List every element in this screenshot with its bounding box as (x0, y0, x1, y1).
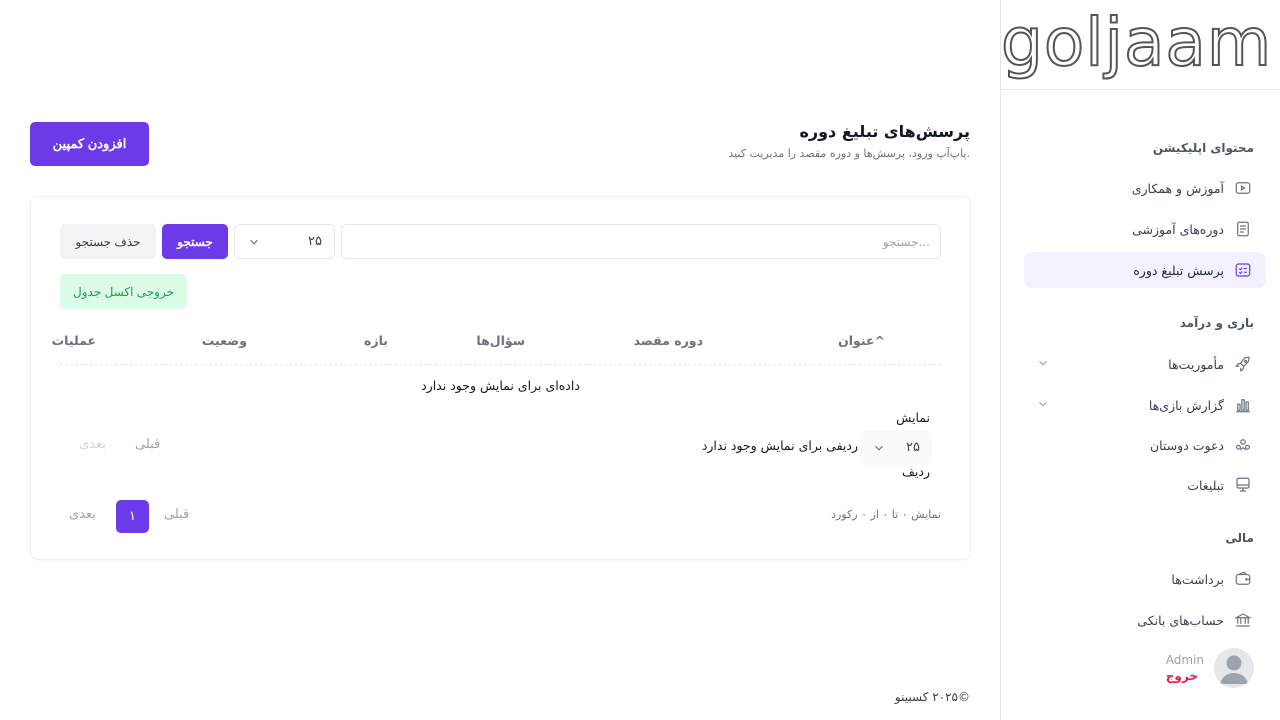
per-page-value: ۲۵ (308, 234, 322, 249)
wallet-icon (1234, 570, 1252, 588)
video-icon (1234, 179, 1252, 197)
content-card: ۲۵ جستجو حذف جستجو خروجی اکسل جدول عنوان… (30, 196, 971, 560)
sidebar-item-invite-friends[interactable]: دعوت دوستان (1024, 427, 1266, 463)
sidebar-item-ads[interactable]: تبلیغات (1024, 467, 1266, 503)
previous-page-button[interactable]: قبلی (135, 437, 160, 452)
document-icon (1234, 220, 1252, 238)
sidebar-item-course-promo-questions[interactable]: پرسش تبلیغ دوره (1024, 252, 1266, 288)
footer-copyright: ©۲۰۲۵ کسبینو (894, 690, 970, 704)
sidebar-item-missions[interactable]: مأموریت‌ها (1024, 346, 1266, 382)
chevron-down-icon[interactable] (1036, 356, 1050, 370)
sidebar-item-label: دوره‌های آموزشی (1132, 221, 1224, 237)
column-period: بازه (364, 333, 388, 348)
sidebar-item-withdrawals[interactable]: برداشت‌ها (1024, 561, 1266, 597)
sidebar-item-label: دعوت دوستان (1149, 437, 1224, 453)
section-title-finance: مالی (1225, 531, 1254, 545)
clear-search-button[interactable]: حذف جستجو (60, 224, 156, 259)
logo-area: goljaam (1000, 0, 1280, 90)
rows-per-page-select[interactable]: ۲۵ (860, 430, 932, 465)
rows-per-page-value: ۲۵ (906, 440, 920, 455)
page-title: پرسش‌های تبلیغ دوره (799, 122, 970, 141)
sidebar-item-label: برداشت‌ها (1171, 571, 1224, 587)
sidebar-item-label: گزارش بازی‌ها (1148, 397, 1224, 413)
add-campaign-button[interactable]: افزودن کمپین (30, 122, 149, 166)
screen-icon (1234, 476, 1252, 494)
records-range: نمایش ۰ تا ۰ از ۰ رکورد (831, 508, 941, 521)
bar-chart-icon (1234, 396, 1252, 414)
section-title-app-content: محتوای اپلیکیشن (1152, 141, 1254, 155)
chevron-down-icon[interactable] (1036, 397, 1050, 411)
page-number-button[interactable]: ۱ (116, 500, 149, 533)
chevron-down-icon (250, 239, 258, 245)
logout-link[interactable]: خروج (1166, 669, 1204, 683)
user-profile: Admin خروج (1166, 648, 1254, 688)
sidebar-item-courses[interactable]: دوره‌های آموزشی (1024, 211, 1266, 247)
bank-icon (1234, 611, 1252, 629)
sidebar-item-label: حساب‌های بانکی (1137, 612, 1224, 628)
next-page-button[interactable]: بعدی (69, 507, 96, 522)
user-name: Admin (1165, 653, 1204, 667)
sidebar-item-label: تبلیغات (1187, 477, 1224, 493)
section-title-games: بازی و درآمد (1179, 316, 1254, 330)
search-input[interactable] (341, 224, 941, 259)
chevron-down-icon (875, 445, 883, 451)
per-page-select[interactable]: ۲۵ (234, 224, 335, 259)
table-header: عنوان^ دوره مقصد سؤال‌ها بازه وضعیت عملی… (52, 329, 941, 365)
column-actions: عملیات (51, 333, 96, 348)
checklist-icon (1234, 261, 1252, 279)
users-icon (1234, 436, 1252, 454)
search-button[interactable]: جستجو (162, 224, 228, 259)
column-questions: سؤال‌ها (476, 333, 525, 348)
sidebar-item-label: آموزش و همکاری (1131, 180, 1224, 196)
sidebar-item-bank-accounts[interactable]: حساب‌های بانکی (1024, 602, 1266, 638)
column-target-course: دوره مقصد (633, 333, 703, 348)
show-label: نمایش (896, 410, 930, 425)
empty-table-message: داده‌ای برای نمایش وجود ندارد (421, 378, 580, 393)
sidebar-item-tutorials[interactable]: آموزش و همکاری (1024, 170, 1266, 206)
export-excel-button[interactable]: خروجی اکسل جدول (60, 274, 187, 309)
sidebar-item-label: پرسش تبلیغ دوره (1133, 262, 1224, 278)
sidebar: goljaam محتوای اپلیکیشن آموزش و همکاری د… (1000, 0, 1280, 720)
avatar[interactable] (1214, 648, 1254, 688)
next-page-button[interactable]: بعدی (79, 437, 106, 452)
column-title[interactable]: عنوان^ (838, 333, 885, 348)
rocket-icon (1234, 355, 1252, 373)
sidebar-item-game-reports[interactable]: گزارش بازی‌ها (1024, 387, 1266, 423)
previous-page-button[interactable]: قبلی (164, 507, 189, 522)
no-rows-message: ردیفی برای نمایش وجود ندارد (701, 438, 858, 453)
column-status: وضعیت (201, 333, 247, 348)
sidebar-item-label: مأموریت‌ها (1168, 356, 1224, 372)
rows-label: ردیف (901, 464, 930, 479)
page-subtitle: پاپ‌آپ ورود، پرسش‌ها و دوره مقصد را مدیر… (728, 147, 970, 160)
logo[interactable]: goljaam (1000, 7, 1272, 79)
